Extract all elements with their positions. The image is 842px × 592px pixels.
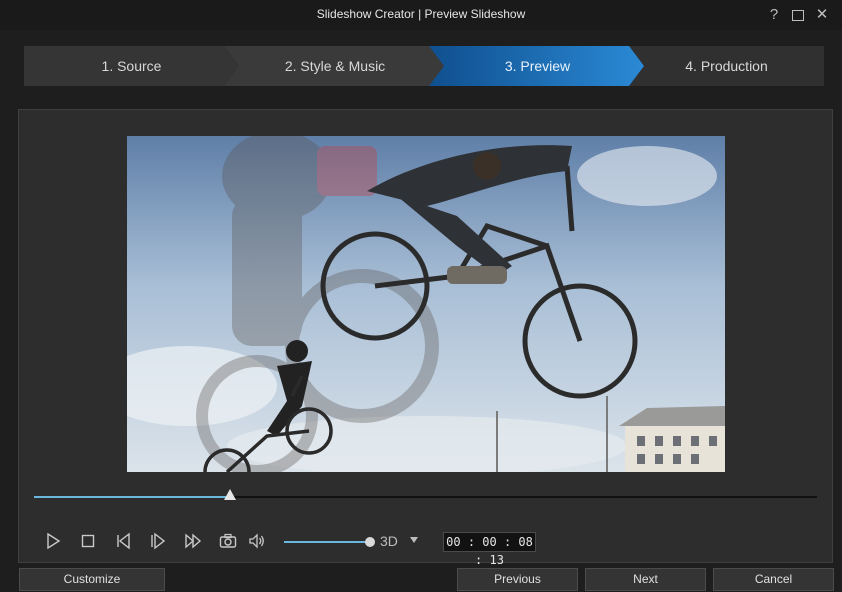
step-style-music[interactable]: 2. Style & Music: [224, 46, 446, 86]
fast-forward-icon[interactable]: [182, 530, 204, 552]
play-icon[interactable]: [42, 530, 64, 552]
step-source[interactable]: 1. Source: [24, 46, 239, 86]
cancel-button[interactable]: Cancel: [713, 568, 834, 591]
step-label: 2. Style & Music: [284, 58, 386, 74]
step-label: 3. Preview: [504, 58, 571, 74]
seek-progress: [34, 496, 230, 498]
title-bar: Slideshow Creator | Preview Slideshow ? …: [0, 0, 842, 30]
stop-icon[interactable]: [77, 530, 99, 552]
previous-button[interactable]: Previous: [457, 568, 578, 591]
window-title: Slideshow Creator | Preview Slideshow: [316, 7, 526, 21]
snapshot-camera-icon[interactable]: [217, 530, 239, 552]
volume-level: [284, 541, 370, 543]
seek-bar[interactable]: [34, 489, 817, 500]
help-icon[interactable]: ?: [764, 5, 784, 25]
preview-image: [127, 136, 725, 472]
step-label: 1. Source: [101, 58, 162, 74]
maximize-icon[interactable]: [788, 5, 808, 25]
next-frame-icon[interactable]: [146, 530, 168, 552]
volume-handle[interactable]: [365, 537, 375, 547]
step-production[interactable]: 4. Production: [629, 46, 824, 86]
previous-frame-icon[interactable]: [112, 530, 134, 552]
chevron-down-icon[interactable]: [410, 537, 418, 543]
volume-icon[interactable]: [246, 530, 268, 552]
3d-mode-label[interactable]: 3D: [380, 533, 398, 549]
wizard-steps: 1. Source 2. Style & Music 3. Preview 4.…: [24, 46, 824, 86]
next-button[interactable]: Next: [585, 568, 706, 591]
step-label: 4. Production: [685, 58, 768, 74]
close-icon[interactable]: ✕: [812, 5, 832, 25]
timecode-display: 00 : 00 : 08 : 13: [443, 532, 536, 567]
customize-button[interactable]: Customize: [19, 568, 165, 591]
step-preview[interactable]: 3. Preview: [429, 46, 646, 86]
volume-slider[interactable]: [284, 537, 375, 547]
seek-handle[interactable]: [224, 489, 236, 500]
